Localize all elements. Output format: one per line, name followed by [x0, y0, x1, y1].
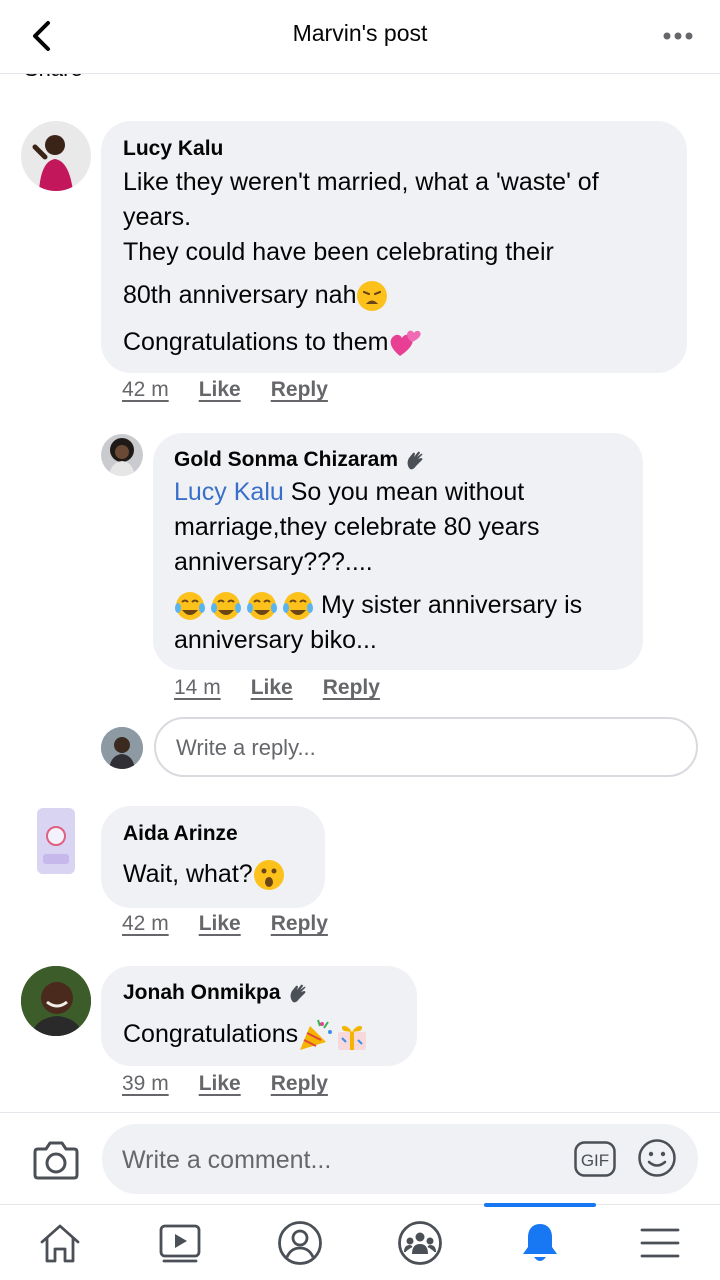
comment-composer: Write a comment... GIF	[0, 1112, 720, 1204]
gif-label: GIF	[581, 1151, 609, 1170]
profile-icon	[278, 1220, 322, 1265]
reply-input-placeholder: Write a reply...	[176, 735, 316, 760]
party-popper-emoji-icon	[300, 1020, 333, 1051]
more-options-button[interactable]	[658, 22, 698, 50]
gif-button[interactable]: GIF	[574, 1141, 616, 1177]
home-icon	[40, 1224, 80, 1262]
tears-of-joy-emoji-icon	[175, 592, 313, 621]
comment-line: Congratulations	[123, 1020, 299, 1048]
bottom-navigation	[0, 1203, 720, 1280]
like-button[interactable]: Like	[199, 378, 241, 402]
nav-menu[interactable]	[600, 1205, 720, 1280]
comment-line: Like they weren't married, what a 'waste…	[123, 168, 599, 196]
comment-line: anniversary???....	[174, 548, 373, 576]
comment-actions: 14 m Like Reply	[174, 676, 380, 700]
comment-timestamp[interactable]: 39 m	[122, 1072, 169, 1096]
comment-input[interactable]: Write a comment... GIF	[102, 1124, 698, 1194]
comment-actions: 42 m Like Reply	[122, 912, 328, 936]
comment-timestamp[interactable]: 42 m	[122, 912, 169, 936]
reply-button[interactable]: Reply	[271, 378, 328, 402]
nav-profile[interactable]	[240, 1205, 360, 1280]
camera-button[interactable]	[32, 1137, 80, 1181]
comment-author[interactable]: Lucy Kalu	[123, 137, 223, 161]
comment-author[interactable]: Aida Arinze	[123, 822, 238, 846]
nav-watch[interactable]	[120, 1205, 240, 1280]
comment-line-with-emoji: My sister anniversary is	[174, 588, 634, 623]
comment-line: 80th anniversary nah	[123, 281, 357, 309]
reply-button[interactable]: Reply	[271, 912, 328, 936]
comment-line-text: So you mean without	[290, 478, 525, 506]
comment-bubble: Jonah Onmikpa Congratulations	[101, 966, 417, 1066]
groups-icon	[398, 1220, 442, 1265]
wave-badge-icon	[290, 984, 305, 1003]
comment-timestamp[interactable]: 42 m	[122, 378, 169, 402]
reply-input[interactable]: Write a reply...	[154, 717, 698, 777]
like-button[interactable]: Like	[199, 912, 241, 936]
astonished-face-emoji-icon	[253, 860, 284, 891]
comment-bubble: Aida Arinze Wait, what?	[101, 806, 325, 908]
mention-link[interactable]: Lucy Kalu	[174, 478, 284, 506]
reply-text: Lucy Kalu So you mean without marriage,t…	[174, 475, 634, 658]
comment-line: They could have been celebrating their	[123, 238, 554, 266]
current-user-avatar	[101, 727, 143, 769]
top-bar: Marvin's post	[0, 0, 720, 74]
comment-input-placeholder: Write a comment...	[122, 1146, 332, 1174]
comment-actions: 42 m Like Reply	[122, 378, 328, 402]
two-hearts-emoji-icon	[391, 330, 422, 357]
comment-line: anniversary biko...	[174, 626, 377, 654]
comment-text: Congratulations	[123, 1017, 370, 1052]
comment-text: Wait, what?	[123, 857, 285, 892]
comment-timestamp[interactable]: 14 m	[174, 676, 221, 700]
comment-line: Lucy Kalu So you mean without	[174, 475, 634, 510]
avatar[interactable]	[101, 434, 143, 476]
avatar[interactable]	[21, 121, 91, 191]
comment-author-name[interactable]: Gold Sonma Chizaram	[174, 448, 398, 472]
page-title: Marvin's post	[292, 20, 428, 46]
reply-button[interactable]: Reply	[271, 1072, 328, 1096]
gif-icon: GIF	[574, 1141, 616, 1177]
nav-home[interactable]	[0, 1205, 120, 1280]
comment-author: Gold Sonma Chizaram	[174, 448, 426, 472]
comment-line-text: My sister anniversary is	[320, 591, 583, 619]
comment-line: Wait, what?	[123, 860, 253, 888]
reply-button[interactable]: Reply	[323, 676, 380, 700]
reply-bubble: Gold Sonma Chizaram Lucy Kalu So you mea…	[153, 433, 643, 670]
comment-text: Like they weren't married, what a 'waste…	[123, 165, 683, 360]
notifications-icon	[523, 1223, 557, 1261]
wrapped-gift-emoji-icon	[338, 1026, 367, 1051]
comment-line-with-emoji: 80th anniversary nah	[123, 278, 683, 313]
nav-groups[interactable]	[360, 1205, 480, 1280]
comment-author-name[interactable]: Jonah Onmikpa	[123, 981, 281, 1005]
camera-icon	[33, 1141, 79, 1180]
comment-line: marriage,they celebrate 80 years	[174, 513, 540, 541]
comment-author: Jonah Onmikpa	[123, 981, 309, 1005]
comments-list: Share Lucy Kalu Like they weren't marrie…	[0, 0, 720, 1112]
nav-notifications[interactable]	[480, 1203, 600, 1280]
comment-line: Congratulations to them	[123, 328, 389, 356]
like-button[interactable]: Like	[251, 676, 293, 700]
comment-actions: 39 m Like Reply	[122, 1072, 328, 1096]
comment-line: years.	[123, 203, 192, 231]
avatar[interactable]	[21, 806, 91, 876]
comment-bubble: Lucy Kalu Like they weren't married, wha…	[101, 121, 687, 373]
wave-badge-icon	[407, 451, 423, 470]
smiley-icon	[638, 1139, 676, 1177]
like-button[interactable]: Like	[199, 1072, 241, 1096]
more-horizontal-icon	[663, 32, 693, 40]
emoji-button[interactable]	[637, 1138, 677, 1178]
watch-icon	[159, 1224, 201, 1262]
weary-face-emoji-icon	[357, 281, 388, 312]
menu-icon	[640, 1228, 680, 1257]
comment-line-with-emoji: Congratulations to them	[123, 325, 683, 360]
avatar[interactable]	[21, 966, 91, 1036]
